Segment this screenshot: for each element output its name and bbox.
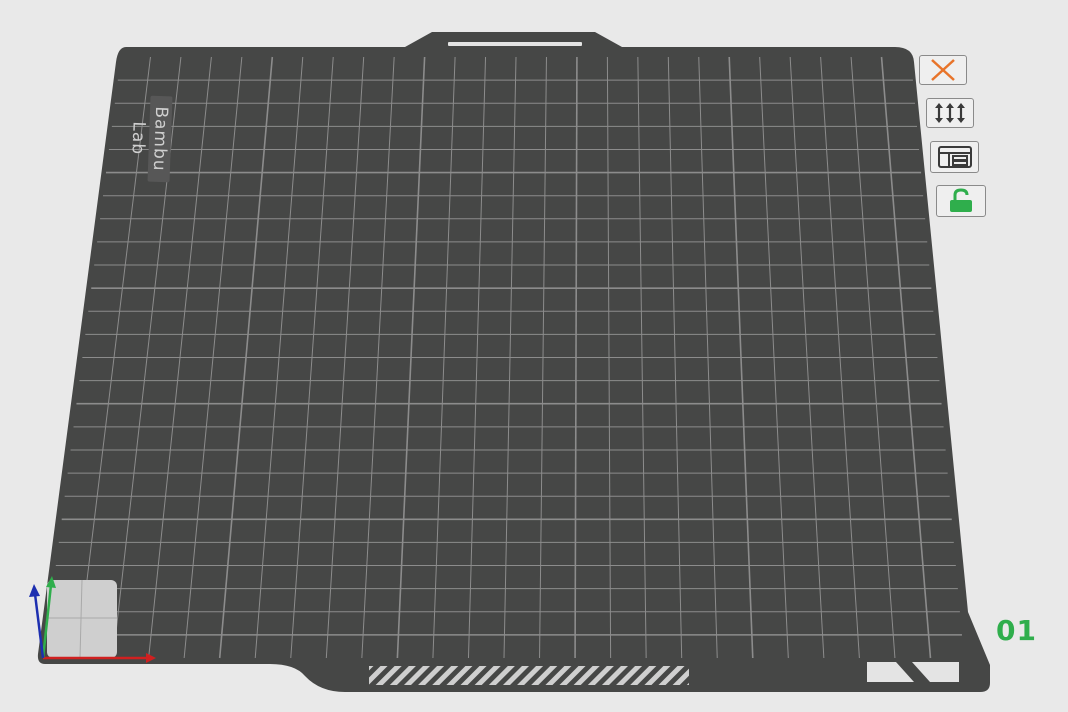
remove-plate-button[interactable] (919, 55, 967, 85)
z-axis-arrowhead (29, 584, 40, 597)
plate-settings-icon (937, 146, 972, 168)
build-plate-surface (37, 32, 990, 692)
unlock-icon (950, 188, 972, 212)
plate-number-label: 01 (996, 614, 1037, 647)
plate-hatched-label (369, 666, 689, 685)
close-icon (931, 59, 955, 81)
lock-plate-button[interactable] (936, 185, 986, 217)
3d-viewport[interactable]: Bambu Lab 01 (0, 0, 1068, 712)
plate-corner-notch (867, 662, 959, 682)
plate-handle-slot (448, 42, 582, 46)
brand-logo: Bambu Lab (127, 95, 173, 183)
arrange-icon (935, 103, 965, 123)
arrange-plate-button[interactable] (926, 98, 974, 128)
plate-settings-button[interactable] (930, 141, 979, 173)
